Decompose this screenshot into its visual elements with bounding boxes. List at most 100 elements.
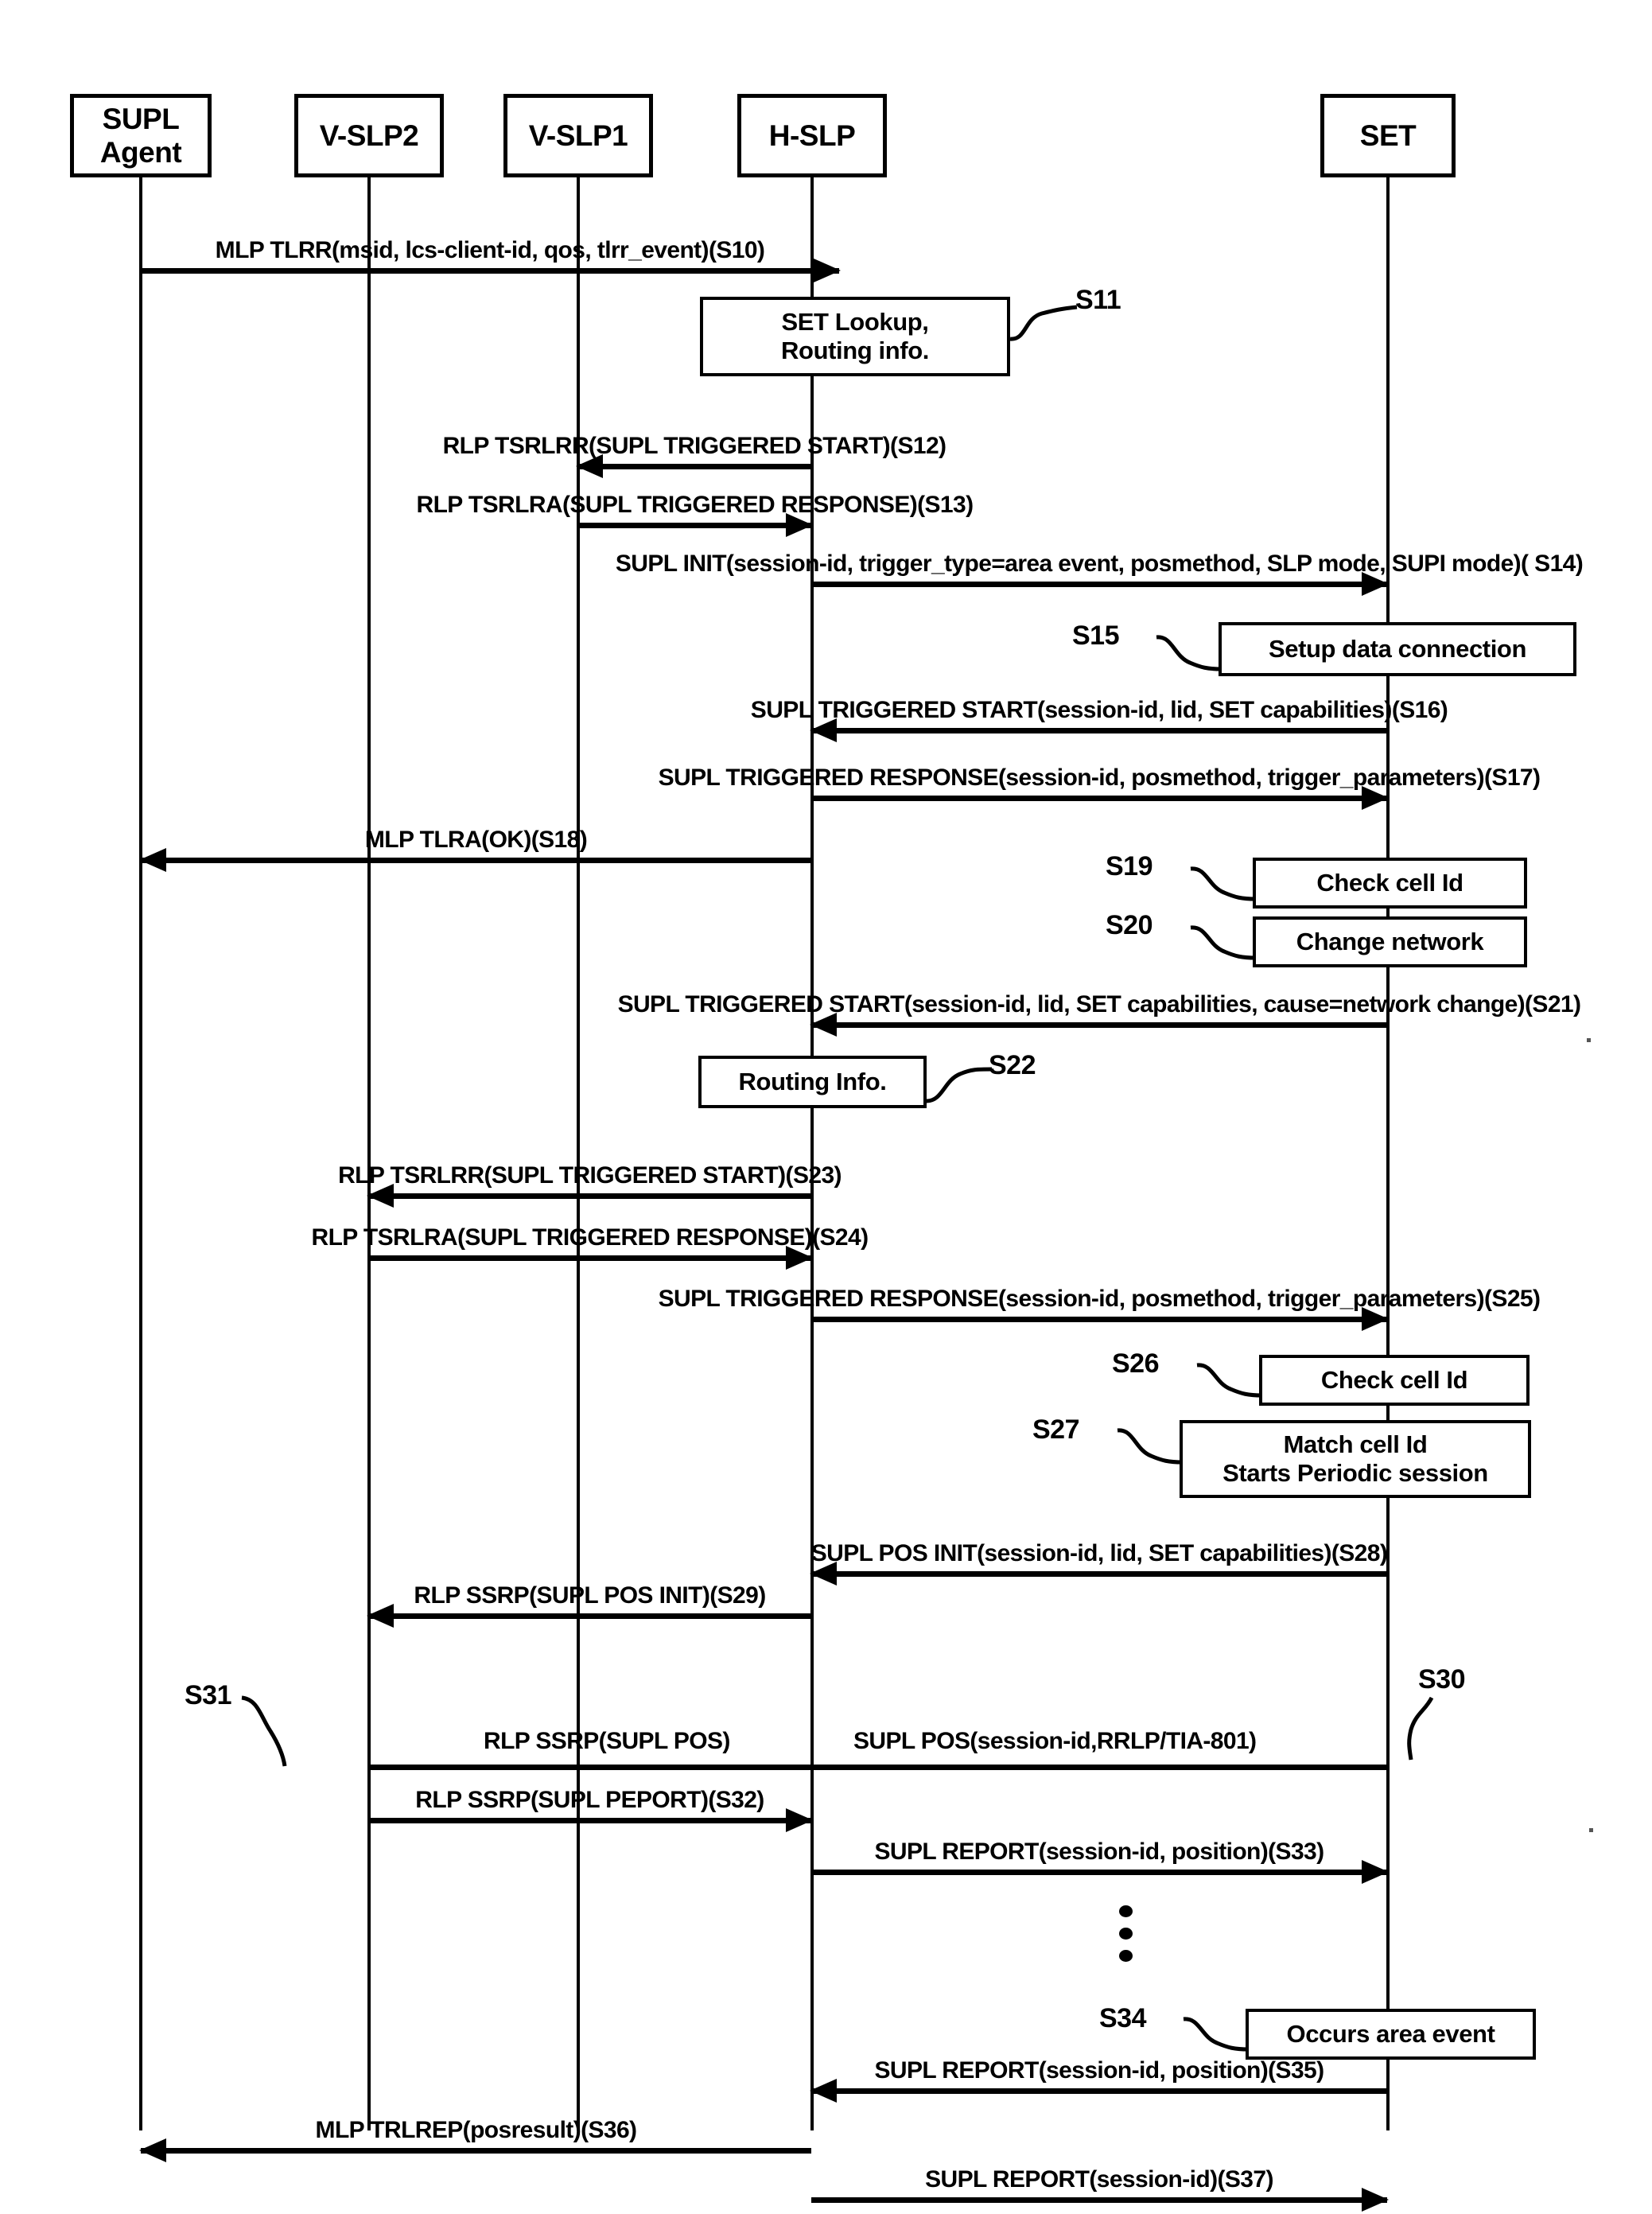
message-s12-shaft [577,464,811,469]
process-box-s11-line2: Routing info. [781,337,929,364]
step-tag-s20: S20 [1106,910,1153,940]
step-tag-s27: S27 [1032,1414,1080,1445]
message-s37-shaft [811,2197,1387,2203]
message-s12-label: RLP TSRLRR(SUPL TRIGGERED START)(S12) [442,433,946,459]
process-box-s11: SET Lookup, Routing info. [700,297,1010,376]
scan-speck [1589,1828,1593,1832]
message-s25-label: SUPL TRIGGERED RESPONSE(session-id, posm… [658,1286,1541,1312]
process-box-s34-line1: Occurs area event [1286,2020,1495,2049]
leader-line-s15 [1156,635,1222,671]
message-s25-shaft [811,1317,1387,1322]
message-s31-label-left: RLP SSRP(SUPL POS) [484,1728,730,1754]
actor-label-set: SET [1359,119,1417,152]
process-box-s20-line1: Change network [1296,928,1484,956]
message-s37-label: SUPL REPORT(session-id)(S37) [925,2166,1273,2193]
actor-box-supl-agent: SUPL Agent [70,94,212,177]
message-s32-arrowhead [786,1808,813,1832]
vertical-ellipsis-icon [1119,1905,1133,1962]
actor-label-supl-agent-line2: Agent [99,135,182,169]
step-tag-s19: S19 [1106,851,1153,881]
process-box-s22-line1: Routing Info. [738,1068,887,1096]
message-s10-shaft [141,268,839,274]
message-s13-label: RLP TSRLRA(SUPL TRIGGERED RESPONSE)(S13) [416,492,974,518]
step-tag-s11: S11 [1075,285,1121,315]
lifeline-supl-agent [139,177,142,2130]
process-box-s27-line2: Starts Periodic session [1222,1459,1488,1487]
process-box-s27: Match cell Id Starts Periodic session [1180,1420,1531,1498]
lifeline-v-slp2 [367,177,371,2130]
message-s37-arrowhead [1362,2188,1389,2212]
leader-line-s20 [1190,925,1257,960]
message-s18-shaft [141,858,811,863]
message-s13-shaft [578,523,811,528]
actor-box-v-slp2: V-SLP2 [294,94,444,177]
leader-line-s22 [926,1067,993,1103]
ellipsis-dot [1119,1950,1133,1962]
step-tag-s15: S15 [1072,621,1120,651]
message-s35-shaft [811,2088,1387,2094]
actor-label-v-slp2: V-SLP2 [319,119,419,152]
message-s17-shaft [811,796,1387,801]
lifeline-h-slp [810,177,814,2130]
message-s18-arrowhead [139,848,166,872]
message-s24-label: RLP TSRLRA(SUPL TRIGGERED RESPONSE)(S24) [311,1224,869,1251]
actor-box-v-slp1: V-SLP1 [503,94,653,177]
message-s31-label-right: SUPL POS(session-id,RRLP/TIA-801) [853,1728,1257,1754]
process-box-s34: Occurs area event [1246,2009,1536,2060]
leader-line-s27 [1117,1428,1184,1465]
message-s14-label: SUPL INIT(session-id, trigger_type=area … [615,551,1584,577]
actor-label-supl-agent-line1: SUPL [102,103,180,136]
message-s36-label: MLP TRLREP(posresult)(S36) [315,2117,637,2143]
message-s24-shaft [368,1255,811,1261]
message-s17-label: SUPL TRIGGERED RESPONSE(session-id, posm… [658,765,1541,791]
sequence-diagram: SUPL Agent V-SLP2 V-SLP1 H-SLP SET MLP T… [0,0,1652,2214]
ellipsis-dot [1119,1905,1133,1917]
process-box-s26-line1: Check cell Id [1320,1366,1468,1395]
leader-line-s31 [241,1695,287,1767]
actor-label-v-slp1: V-SLP1 [528,119,628,152]
message-s21-shaft [811,1022,1387,1028]
message-s16-shaft [811,728,1387,733]
message-s36-shaft [141,2148,811,2154]
process-box-s27-line1: Match cell Id [1283,1430,1428,1459]
message-s10-label: MLP TLRR(msid, lcs-client-id, qos, tlrr_… [215,237,765,263]
message-s33-arrowhead [1362,1860,1389,1884]
process-box-s19: Check cell Id [1253,858,1527,909]
step-tag-s26: S26 [1112,1348,1160,1379]
actor-box-set: SET [1320,94,1456,177]
message-s31-shaft [368,1765,1387,1770]
step-tag-s34: S34 [1099,2003,1147,2033]
process-box-s22: Routing Info. [698,1056,927,1108]
lifeline-set [1386,177,1390,2130]
message-s10-arrowhead [814,259,841,282]
message-s32-label: RLP SSRP(SUPL PEPORT)(S32) [415,1787,764,1813]
message-s29-arrowhead [367,1604,394,1628]
message-s29-label: RLP SSRP(SUPL POS INIT)(S29) [414,1582,766,1609]
message-s28-label: SUPL POS INIT(session-id, lid, SET capab… [810,1540,1388,1566]
message-s14-shaft [811,582,1387,587]
leader-line-s19 [1190,866,1257,901]
message-s23-shaft [368,1193,811,1199]
leader-line-s11 [1009,305,1078,341]
process-box-s26: Check cell Id [1259,1355,1530,1406]
message-s33-shaft [811,1870,1387,1875]
leader-line-s30 [1407,1696,1434,1761]
leader-line-s34 [1183,2017,1250,2052]
message-s21-label: SUPL TRIGGERED START(session-id, lid, SE… [617,991,1581,1018]
process-box-s15: Setup data connection [1219,622,1576,676]
message-s23-label: RLP TSRLRR(SUPL TRIGGERED START)(S23) [338,1162,842,1189]
message-s18-label: MLP TLRA(OK)(S18) [364,827,588,853]
actor-label-h-slp: H-SLP [768,119,856,152]
step-tag-s31: S31 [185,1680,232,1710]
actor-box-h-slp: H-SLP [737,94,887,177]
step-tag-s22: S22 [989,1050,1036,1080]
message-s29-shaft [368,1613,811,1619]
step-tag-s30: S30 [1418,1664,1466,1695]
message-s35-arrowhead [810,2079,837,2103]
message-s33-label: SUPL REPORT(session-id, position)(S33) [874,1839,1324,1865]
process-box-s20: Change network [1253,916,1527,967]
leader-line-s26 [1196,1363,1263,1398]
message-s16-label: SUPL TRIGGERED START(session-id, lid, SE… [750,697,1448,723]
process-box-s19-line1: Check cell Id [1316,869,1463,897]
message-s35-label: SUPL REPORT(session-id, position)(S35) [874,2057,1324,2084]
